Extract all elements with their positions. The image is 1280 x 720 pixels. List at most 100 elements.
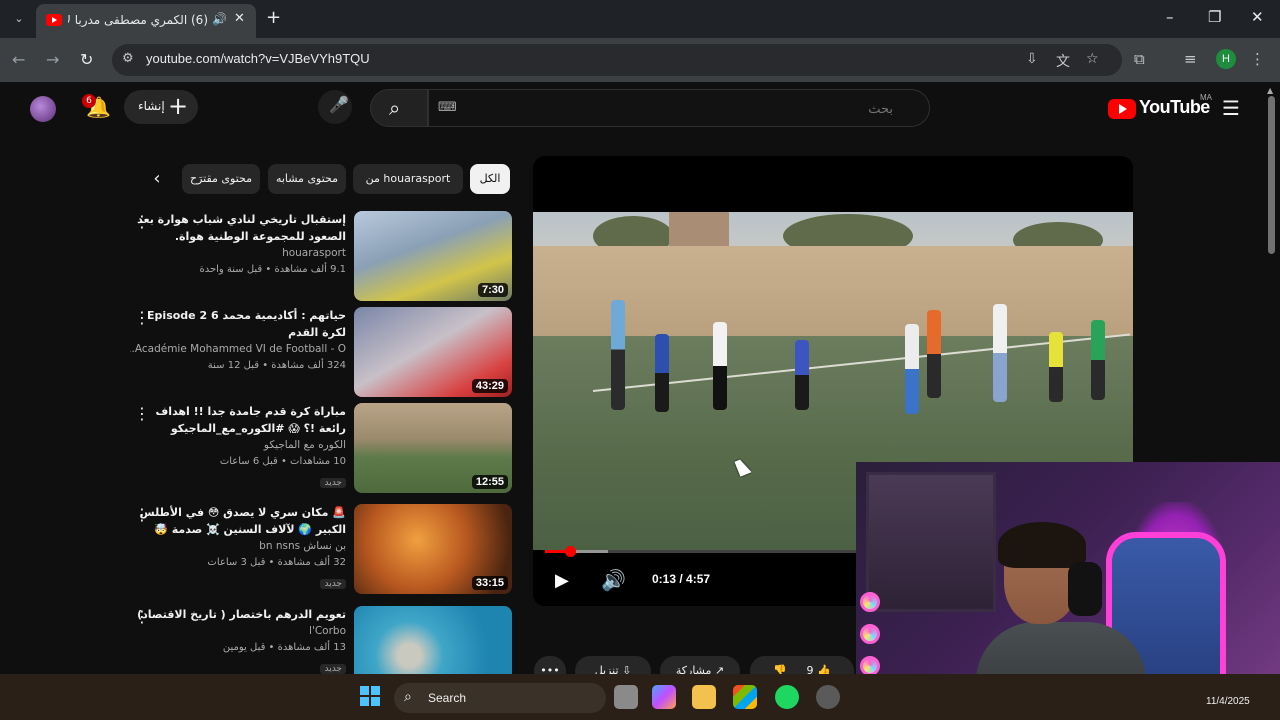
windows-taskbar: ⌕ Search 11/4/2025 <box>0 674 1280 720</box>
more-options-icon[interactable]: ⋮ <box>134 607 150 626</box>
tab-close-icon[interactable]: ✕ <box>234 11 245 26</box>
back-arrow-icon[interactable]: ← <box>12 50 25 69</box>
channel-name[interactable]: الكوره مع الماجيكو <box>130 437 346 454</box>
new-tab-plus-icon[interactable]: + <box>266 8 281 28</box>
account-avatar[interactable] <box>30 96 56 122</box>
video-meta: 324 ألف مشاهدة • قبل 12 سنة <box>207 360 346 371</box>
video-thumbnail[interactable]: 43:29 <box>354 307 512 397</box>
channel-name[interactable]: بن نساش bn nsns <box>130 538 346 555</box>
profile-avatar[interactable]: H <box>1216 49 1236 69</box>
task-view-icon[interactable] <box>614 685 638 709</box>
create-label: إنشاء <box>138 99 165 113</box>
tab-title: (6) الكمري مصطفى مدربا لأ... <box>68 13 208 27</box>
video-title[interactable]: حياتهم : أكاديمية محمد 6 Episode 2 لكرة … <box>130 307 346 341</box>
video-meta: 13 ألف مشاهدة • قبل يومين <box>222 642 346 653</box>
forward-arrow-icon[interactable]: → <box>46 50 59 69</box>
video-thumbnail[interactable] <box>354 606 512 674</box>
browser-toolbar: ← → ↻ ⚙ youtube.com/watch?v=VJBeVYh9TQU … <box>0 38 1280 82</box>
list-item[interactable]: 7:30 إستقبال تاريخي لنادي شباب هوارة بعد… <box>130 211 512 303</box>
play-icon[interactable]: ▶ <box>555 570 569 591</box>
scene-building <box>669 212 729 250</box>
plus-icon: + <box>168 92 189 120</box>
rgb-fan-icon <box>860 592 880 612</box>
volume-icon[interactable]: 🔊 <box>601 568 626 592</box>
video-info: تعويم الدرهم باختصار ( تاريخ الاقتصاد) l… <box>130 606 346 674</box>
guide-menu-icon[interactable]: ☰ <box>1222 96 1240 120</box>
video-meta: 10 مشاهدات • قبل 6 ساعات <box>219 456 346 467</box>
webcam-headset <box>1068 562 1102 616</box>
duration-badge: 12:55 <box>471 475 508 489</box>
chip-from-channel[interactable]: من houarasport <box>353 164 463 194</box>
video-info: مباراة كرة قدم جامدة جدا !! اهداف رائعة … <box>130 403 346 489</box>
progress-scrubber[interactable] <box>565 546 577 557</box>
video-title[interactable]: مباراة كرة قدم جامدة جدا !! اهداف رائعة … <box>130 403 346 437</box>
new-badge: جديد <box>320 664 346 674</box>
list-item[interactable]: 12:55 مباراة كرة قدم جامدة جدا !! اهداف … <box>130 403 512 495</box>
window-close-icon[interactable]: ✕ <box>1251 8 1264 26</box>
chip-recommended[interactable]: محتوى مقترَح <box>182 164 260 194</box>
taskbar-search-label: Search <box>428 691 467 705</box>
address-bar[interactable]: ⚙ youtube.com/watch?v=VJBeVYh9TQU ⇩ 文 ☆ <box>112 44 1122 76</box>
keyboard-icon[interactable]: ⌨ <box>438 100 457 115</box>
list-item[interactable]: تعويم الدرهم باختصار ( تاريخ الاقتصاد) l… <box>130 606 512 674</box>
search-button[interactable]: ⌕ <box>370 89 428 127</box>
duration-badge: 7:30 <box>477 283 508 297</box>
search-icon: ⌕ <box>389 96 401 120</box>
rgb-fan-icon <box>860 656 880 676</box>
more-options-icon[interactable]: ⋮ <box>134 505 150 524</box>
more-options-icon[interactable]: ⋮ <box>134 308 150 327</box>
microsoft-store-icon[interactable] <box>733 685 757 709</box>
channel-name[interactable]: l'Corbo <box>130 623 346 640</box>
list-item[interactable]: 43:29 حياتهم : أكاديمية محمد 6 Episode 2… <box>130 307 512 399</box>
maximize-icon[interactable]: ❐ <box>1208 8 1221 26</box>
video-title[interactable]: إستقبال تاريخي لنادي شباب هوارة بعد الصع… <box>130 211 346 245</box>
video-thumbnail[interactable]: 12:55 <box>354 403 512 493</box>
windows-start-icon[interactable] <box>360 686 380 706</box>
speaker-icon[interactable]: 🔊 <box>212 12 227 26</box>
video-info: 🚨 مكان سري لا يصدق 😳 في الأطلس الكبير 🌍 … <box>130 504 346 590</box>
channel-name[interactable]: Académie Mohammed VI de Football - O... <box>130 341 346 358</box>
search-box: ⌕ ⌨ <box>370 89 930 127</box>
video-thumbnail[interactable]: 7:30 <box>354 211 512 301</box>
more-options-icon[interactable]: ⋮ <box>134 212 150 231</box>
rgb-fan-icon <box>860 624 880 644</box>
tab-search-menu-icon[interactable]: ⌄ <box>8 8 30 30</box>
new-badge: جديد <box>320 478 346 488</box>
search-input[interactable] <box>428 89 930 127</box>
create-button[interactable]: إنشاء + <box>124 90 198 124</box>
reload-icon[interactable]: ↻ <box>80 50 93 69</box>
video-title[interactable]: تعويم الدرهم باختصار ( تاريخ الاقتصاد) <box>130 606 346 623</box>
browser-tab-active[interactable]: (6) الكمري مصطفى مدربا لأ... 🔊 ✕ <box>36 4 256 38</box>
page-scrollbar[interactable] <box>1268 96 1275 254</box>
site-info-icon[interactable]: ⚙ <box>122 51 134 66</box>
install-app-icon[interactable]: ⇩ <box>1026 51 1038 67</box>
chip-all[interactable]: الكل <box>470 164 510 194</box>
url-text[interactable]: youtube.com/watch?v=VJBeVYh9TQU <box>146 51 370 66</box>
new-badge: جديد <box>320 579 346 589</box>
taskbar-search[interactable]: ⌕ Search <box>394 683 606 713</box>
bookmark-star-icon[interactable]: ☆ <box>1086 51 1099 67</box>
app-icon[interactable] <box>816 685 840 709</box>
video-title[interactable]: 🚨 مكان سري لا يصدق 😳 في الأطلس الكبير 🌍 … <box>130 504 346 538</box>
chevron-left-icon[interactable]: ‹ <box>144 166 170 192</box>
microphone-icon: 🎤 <box>329 95 349 114</box>
media-controls-icon[interactable]: ≡ <box>1184 50 1197 68</box>
voice-search-button[interactable]: 🎤 <box>318 90 352 124</box>
browser-menu-icon[interactable]: ⋮ <box>1250 50 1265 68</box>
channel-name[interactable]: houarasport <box>130 245 346 262</box>
youtube-play-logo-icon <box>1108 99 1136 119</box>
translate-icon[interactable]: 文 <box>1056 51 1070 71</box>
list-item[interactable]: 33:15 🚨 مكان سري لا يصدق 😳 في الأطلس الك… <box>130 504 512 596</box>
youtube-logo[interactable]: YouTube MA <box>1108 93 1212 121</box>
country-code: MA <box>1200 93 1212 102</box>
scroll-up-arrow-icon[interactable]: ▲ <box>1267 86 1273 95</box>
chip-related[interactable]: محتوى مشابه <box>268 164 346 194</box>
more-options-icon[interactable]: ⋮ <box>134 404 150 423</box>
minimize-icon[interactable]: – <box>1166 8 1174 26</box>
video-thumbnail[interactable]: 33:15 <box>354 504 512 594</box>
spotify-icon[interactable] <box>775 685 799 709</box>
file-explorer-icon[interactable] <box>692 685 716 709</box>
copilot-icon[interactable] <box>652 685 676 709</box>
time-display: 0:13 / 4:57 <box>652 572 711 586</box>
extensions-icon[interactable]: ⧉ <box>1134 50 1145 68</box>
